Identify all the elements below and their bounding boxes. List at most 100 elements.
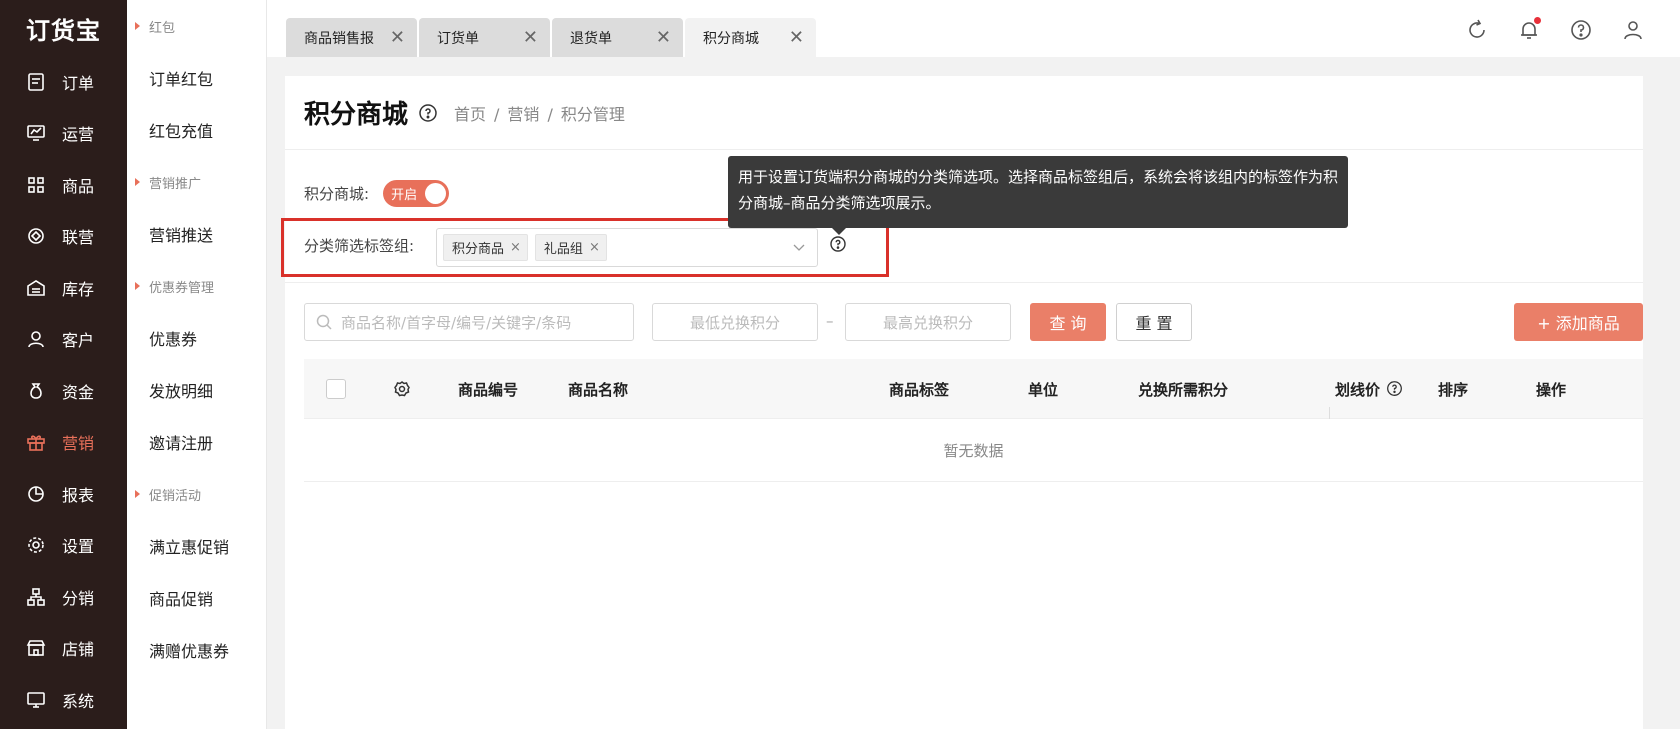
submenu-item[interactable]: 发放明细 [127, 364, 266, 416]
toggle-knob [425, 183, 447, 204]
nav-label: 库存 [62, 279, 95, 299]
tab-label: 积分商城 [703, 30, 759, 47]
tab-return[interactable]: 退货单 ✕ [552, 18, 683, 57]
nav-item-store[interactable]: 店铺 [0, 623, 127, 675]
nav-item-joint[interactable]: 联营 [0, 211, 127, 263]
nav-item-customer[interactable]: 客户 [0, 314, 127, 366]
submenu-group-activity: 促销活动 [127, 468, 266, 520]
search-input[interactable]: 商品名称/首字母/编号/关键字/条码 [304, 303, 634, 341]
nav-label: 运营 [62, 125, 95, 145]
help-icon[interactable] [828, 234, 848, 254]
refresh-icon[interactable] [1465, 18, 1489, 42]
nav-label: 订单 [62, 73, 95, 93]
distribution-icon [26, 587, 46, 607]
nav-item-order[interactable]: 订单 [0, 56, 127, 108]
order-icon [26, 72, 46, 92]
chip-label: 礼品组 [543, 242, 583, 257]
tab-points-mall[interactable]: 积分商城 ✕ [685, 18, 816, 57]
nav-item-distribution[interactable]: 分销 [0, 571, 127, 623]
submenu-item[interactable]: 满立惠促销 [127, 520, 266, 572]
filter-label: 分类筛选标签组: [304, 237, 415, 255]
breadcrumb-item: 积分管理 [560, 104, 625, 124]
submenu-item[interactable]: 营销推送 [127, 208, 266, 260]
breadcrumb-item[interactable]: 首页 [454, 105, 486, 124]
nav-item-product[interactable]: 商品 [0, 159, 127, 211]
select-all-checkbox[interactable] [326, 379, 346, 399]
tab-order[interactable]: 订货单 ✕ [419, 18, 550, 57]
divider [285, 282, 1643, 283]
logo: 订货宝 [26, 16, 101, 45]
close-icon[interactable]: ✕ [523, 27, 538, 48]
column-header: 商品标签 [889, 381, 950, 399]
points-mall-switch-row: 积分商城: 开启 [304, 180, 450, 207]
nav-label: 商品 [62, 176, 95, 196]
help-icon[interactable] [1569, 18, 1593, 42]
reset-button[interactable]: 重 置 [1116, 303, 1192, 341]
bell-icon[interactable] [1517, 17, 1541, 42]
joint-icon [26, 226, 46, 246]
product-icon [26, 175, 46, 195]
nav-label: 系统 [62, 691, 95, 711]
inventory-icon [26, 278, 46, 298]
customer-icon [26, 329, 46, 349]
add-product-button[interactable]: + 添加商品 [1514, 303, 1643, 341]
breadcrumb-sep: / [547, 104, 553, 124]
gift-icon [26, 432, 46, 452]
close-icon[interactable]: ✕ [656, 27, 671, 48]
submenu-group-coupon: 优惠券管理 [127, 260, 266, 312]
tooltip-text: 用于设置订货端积分商城的分类筛选项。选择商品标签组后，系统会将该组内的标签作为积… [738, 168, 1339, 212]
chart-icon [26, 484, 46, 504]
points-mall-toggle[interactable]: 开启 [383, 180, 450, 207]
money-icon [26, 381, 46, 401]
column-header: 划线价 [1335, 381, 1381, 399]
tag-group-select[interactable]: 积分商品 × 礼品组 × [436, 228, 818, 267]
switch-label: 积分商城: [304, 185, 370, 203]
submenu-item[interactable]: 商品促销 [127, 572, 266, 624]
query-button[interactable]: 查 询 [1030, 303, 1106, 341]
nav-item-system[interactable]: 系统 [0, 674, 127, 726]
column-header: 单位 [1028, 381, 1059, 399]
help-icon[interactable] [418, 103, 438, 123]
nav-item-money[interactable]: 资金 [0, 365, 127, 417]
tag-chip: 积分商品 × [443, 234, 528, 261]
nav-item-operation[interactable]: 运营 [0, 108, 127, 160]
range-dash: – [826, 312, 834, 330]
nav-item-report[interactable]: 报表 [0, 468, 127, 520]
nav-item-settings[interactable]: 设置 [0, 520, 127, 572]
caret-right-icon [135, 178, 140, 186]
submenu-item[interactable]: 满赠优惠券 [127, 624, 266, 676]
nav-item-marketing[interactable]: 营销 [0, 417, 127, 469]
tab-label: 订货单 [437, 30, 479, 47]
gear-icon[interactable] [392, 379, 412, 399]
submenu-item[interactable]: 红包充值 [127, 104, 266, 156]
empty-state: 暂无数据 [304, 419, 1643, 482]
nav-item-inventory[interactable]: 库存 [0, 262, 127, 314]
breadcrumb-item[interactable]: 营销 [507, 105, 539, 124]
max-points-input[interactable]: 最高兑换积分 [845, 303, 1011, 341]
sub-menu: 红包 订单红包 红包充值 营销推广 营销推送 优惠券管理 优惠券 发放明细 邀请… [127, 0, 267, 729]
close-icon[interactable]: ✕ [789, 27, 804, 48]
help-icon[interactable] [1386, 380, 1403, 397]
group-label: 红包 [149, 20, 176, 36]
submenu-item[interactable]: 优惠券 [127, 312, 266, 364]
column-divider [1329, 407, 1330, 419]
tooltip: 用于设置订货端积分商城的分类筛选项。选择商品标签组后，系统会将该组内的标签作为积… [728, 156, 1348, 235]
min-points-input[interactable]: 最低兑换积分 [652, 303, 818, 341]
search-icon [316, 314, 332, 330]
close-icon[interactable]: × [589, 240, 600, 255]
submenu-item[interactable]: 订单红包 [127, 52, 266, 104]
nav-label: 店铺 [62, 640, 95, 660]
user-icon[interactable] [1621, 18, 1645, 42]
tab-sales-report[interactable]: 商品销售报 ✕ [286, 18, 417, 57]
column-header: 操作 [1536, 381, 1567, 399]
chip-label: 积分商品 [452, 242, 505, 257]
tab-label: 退货单 [570, 30, 612, 47]
close-icon[interactable]: ✕ [390, 27, 405, 48]
close-icon[interactable]: × [510, 240, 521, 255]
system-icon [26, 690, 46, 710]
submenu-group-promotion: 营销推广 [127, 156, 266, 208]
caret-right-icon [135, 22, 140, 30]
submenu-item[interactable]: 邀请注册 [127, 416, 266, 468]
chevron-down-icon [793, 244, 805, 251]
tooltip-arrow [832, 228, 846, 235]
